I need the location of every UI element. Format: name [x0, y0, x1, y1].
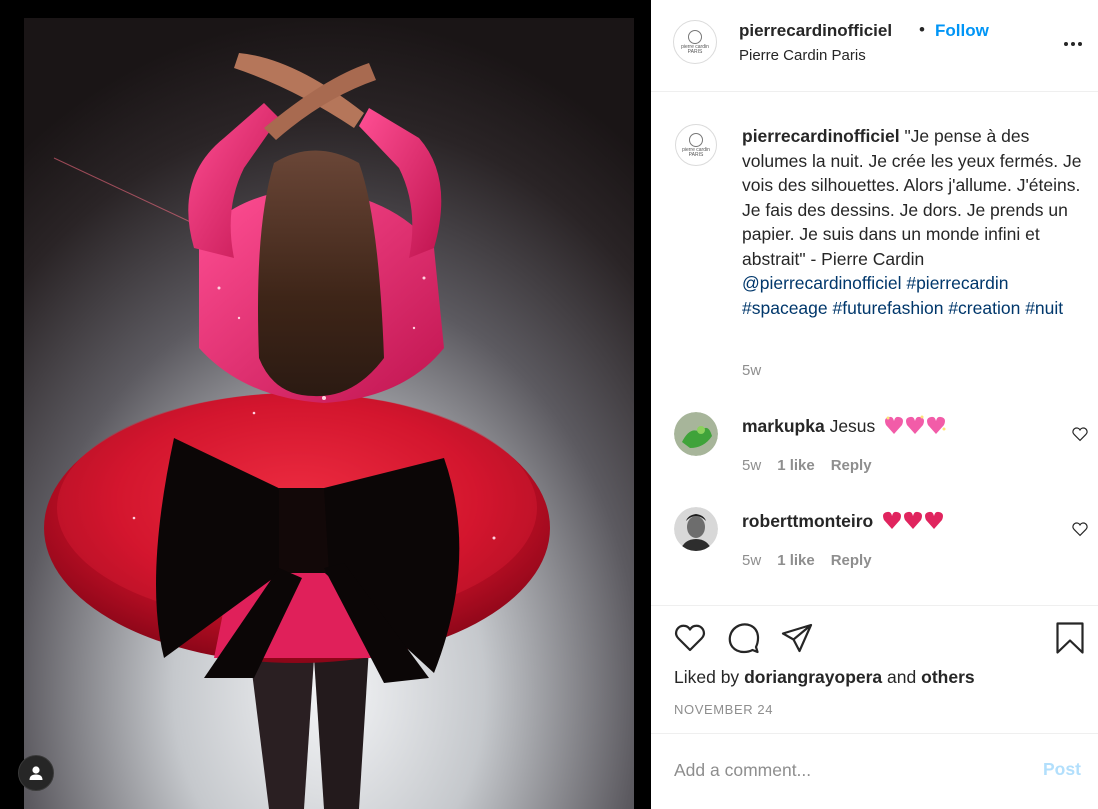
comment-likes[interactable]: 1 like	[777, 552, 815, 569]
hashtag-link[interactable]: #nuit	[1025, 298, 1063, 318]
liked-by-others[interactable]: others	[921, 667, 974, 687]
post-date[interactable]: NOVEMBER 24	[674, 702, 773, 717]
pierre-cardin-logo: pierre cardin PARIS	[681, 29, 709, 55]
comment-heart-icon[interactable]	[1071, 520, 1089, 538]
sparkling-heart-emoji-icon	[885, 415, 946, 434]
heart-icon[interactable]	[673, 621, 707, 655]
hashtag-link[interactable]: #spaceage	[742, 298, 828, 318]
liked-by-user[interactable]: doriangrayopera	[744, 667, 882, 687]
caption-mention[interactable]: @pierrecardinofficiel	[742, 273, 901, 293]
post-details-panel: pierre cardin PARIS pierrecardinofficiel…	[651, 0, 1098, 809]
liked-by-and: and	[887, 667, 917, 687]
comment-timestamp[interactable]: 5w	[742, 552, 761, 569]
follow-button[interactable]: Follow	[935, 21, 989, 41]
comment-likes[interactable]: 1 like	[777, 457, 815, 474]
comment-body: roberttmonteiro	[742, 509, 944, 533]
caption-author-avatar[interactable]: pierre cardin PARIS	[675, 124, 717, 166]
red-heart-emoji-icon	[883, 511, 944, 529]
hashtag-link[interactable]: #pierrecardin	[906, 273, 1008, 293]
caption-timestamp[interactable]: 5w	[742, 362, 761, 379]
post-caption: pierrecardinofficiel "Je pense à des vol…	[742, 124, 1082, 320]
avatar-image	[674, 507, 718, 551]
author-avatar[interactable]: pierre cardin PARIS	[673, 20, 717, 64]
comment-body: markupka Jesus	[742, 414, 946, 438]
hashtag-link[interactable]: #futurefashion	[833, 298, 944, 318]
pierre-cardin-logo: pierre cardin PARIS	[682, 132, 710, 158]
post-comment-button[interactable]: Post	[1043, 759, 1081, 780]
comment-meta: 5w 1 like Reply	[742, 552, 872, 569]
bookmark-icon[interactable]	[1053, 621, 1087, 655]
divider	[651, 605, 1098, 606]
share-icon[interactable]	[780, 621, 814, 655]
tagged-users-button[interactable]	[18, 755, 54, 791]
add-comment-input[interactable]	[674, 756, 1014, 784]
liked-by: Liked by doriangrayopera and others	[674, 667, 975, 688]
divider	[651, 733, 1098, 734]
post-header: pierre cardin PARIS pierrecardinofficiel…	[651, 0, 1098, 92]
liked-by-prefix: Liked by	[674, 667, 740, 687]
post-photo-panel	[0, 0, 651, 809]
user-icon	[29, 766, 43, 780]
comment-username[interactable]: markupka	[742, 416, 825, 436]
reply-button[interactable]: Reply	[831, 457, 872, 474]
separator-dot: •	[919, 20, 925, 39]
comment-username[interactable]: roberttmonteiro	[742, 511, 873, 531]
comment-heart-icon[interactable]	[1071, 425, 1089, 443]
post-location[interactable]: Pierre Cardin Paris	[739, 47, 866, 64]
caption-username[interactable]: pierrecardinofficiel	[742, 126, 900, 146]
author-username[interactable]: pierrecardinofficiel	[739, 21, 892, 41]
hashtag-link[interactable]: #creation	[948, 298, 1020, 318]
commenter-avatar[interactable]	[674, 507, 718, 551]
reply-button[interactable]: Reply	[831, 552, 872, 569]
comment-meta: 5w 1 like Reply	[742, 457, 872, 474]
commenter-avatar[interactable]	[674, 412, 718, 456]
avatar-image	[674, 412, 718, 456]
caption-text: "Je pense à des volumes la nuit. Je crée…	[742, 126, 1082, 269]
post-photo[interactable]	[24, 18, 634, 809]
more-options-icon[interactable]	[1059, 34, 1087, 54]
comment-icon[interactable]	[727, 621, 761, 655]
comment-timestamp[interactable]: 5w	[742, 457, 761, 474]
comment-text: Jesus	[829, 416, 876, 436]
